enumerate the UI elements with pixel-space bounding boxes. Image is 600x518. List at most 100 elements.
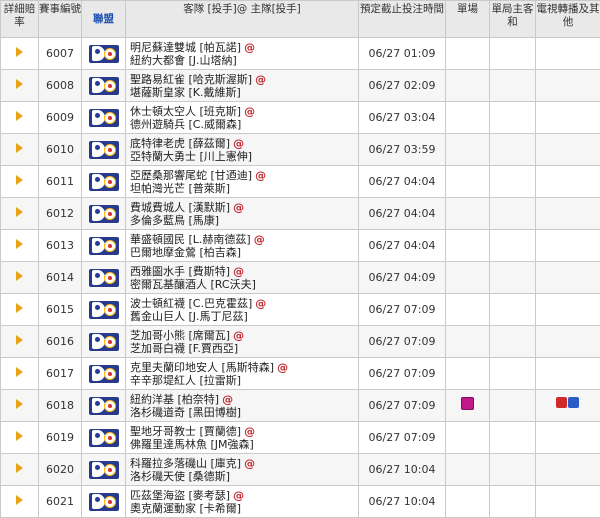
tv-channel-badge[interactable] xyxy=(556,397,567,408)
detail-cell[interactable] xyxy=(1,422,39,454)
away-team: 明尼蘇達雙城 [帕瓦諾] xyxy=(130,41,241,54)
single-cell xyxy=(446,230,490,262)
home-team: 巴爾地摩金鶯 [柏吉森] xyxy=(130,246,241,259)
play-arrow-icon[interactable] xyxy=(16,399,23,409)
single-game-cell xyxy=(490,198,536,230)
play-arrow-icon[interactable] xyxy=(16,143,23,153)
away-team: 聖地牙哥教士 [賈蘭德] xyxy=(130,425,241,438)
away-team: 科羅拉多落磯山 [庫克] xyxy=(130,457,241,470)
header-teams: 客隊 [投手]@ 主隊[投手] xyxy=(126,1,359,38)
tv-channel-badge[interactable] xyxy=(568,397,579,408)
detail-cell[interactable] xyxy=(1,70,39,102)
play-arrow-icon[interactable] xyxy=(16,79,23,89)
league-logo-icon xyxy=(89,301,119,319)
table-row: 6007明尼蘇達雙城 [帕瓦諾]@紐約大都會 [J.山塔納]06/27 01:0… xyxy=(1,38,600,70)
match-number: 6012 xyxy=(39,198,82,230)
detail-cell[interactable] xyxy=(1,294,39,326)
play-arrow-icon[interactable] xyxy=(16,271,23,281)
detail-cell[interactable] xyxy=(1,38,39,70)
match-number: 6017 xyxy=(39,358,82,390)
play-arrow-icon[interactable] xyxy=(16,239,23,249)
home-team: 辛辛那堤紅人 [拉雷斯] xyxy=(130,374,241,387)
deadline-time: 06/27 04:04 xyxy=(359,230,446,262)
play-arrow-icon[interactable] xyxy=(16,207,23,217)
play-arrow-icon[interactable] xyxy=(16,431,23,441)
play-arrow-icon[interactable] xyxy=(16,495,23,505)
table-row: 6018紐約洋基 [柏奈特]@洛杉磯道奇 [黑田博樹]06/27 07:09單新… xyxy=(1,390,600,422)
single-game-cell xyxy=(490,454,536,486)
detail-cell[interactable] xyxy=(1,454,39,486)
table-row: 6011亞歷桑那響尾蛇 [甘迺迪]@坦帕灣光芒 [普萊斯]06/27 04:04 xyxy=(1,166,600,198)
play-arrow-icon[interactable] xyxy=(16,175,23,185)
single-cell xyxy=(446,38,490,70)
league-logo-icon xyxy=(89,461,119,479)
detail-cell[interactable] xyxy=(1,102,39,134)
detail-cell[interactable] xyxy=(1,166,39,198)
teams-cell: 西雅圖水手 [費斯特]@密爾瓦基釀酒人 [RC沃夫] xyxy=(126,262,359,294)
table-row: 6015波士頓紅襪 [C.巴克霍茲]@舊金山巨人 [J.馬丁尼茲]06/27 0… xyxy=(1,294,600,326)
at-symbol: @ xyxy=(244,41,255,54)
detail-cell[interactable] xyxy=(1,390,39,422)
league-cell xyxy=(82,358,126,390)
play-arrow-icon[interactable] xyxy=(16,335,23,345)
tv-cell xyxy=(536,326,600,358)
detail-cell[interactable] xyxy=(1,198,39,230)
play-arrow-icon[interactable] xyxy=(16,47,23,57)
away-team: 亞歷桑那響尾蛇 [甘迺迪] xyxy=(130,169,252,182)
at-symbol: @ xyxy=(254,233,265,246)
teams-cell: 華盛頓國民 [L.赫南德茲]@巴爾地摩金鶯 [柏吉森] xyxy=(126,230,359,262)
play-arrow-icon[interactable] xyxy=(16,303,23,313)
play-arrow-icon[interactable] xyxy=(16,367,23,377)
single-cell xyxy=(446,166,490,198)
detail-cell[interactable] xyxy=(1,262,39,294)
single-badge[interactable] xyxy=(461,397,474,410)
deadline-time: 06/27 07:09 xyxy=(359,294,446,326)
match-number: 6018 xyxy=(39,390,82,422)
away-team: 克里夫蘭印地安人 [馬斯特森] xyxy=(130,361,274,374)
league-cell xyxy=(82,326,126,358)
play-arrow-icon[interactable] xyxy=(16,463,23,473)
detail-cell[interactable] xyxy=(1,358,39,390)
play-arrow-icon[interactable] xyxy=(16,111,23,121)
league-cell xyxy=(82,198,126,230)
single-cell xyxy=(446,454,490,486)
match-number: 6020 xyxy=(39,454,82,486)
tv-cell xyxy=(536,70,600,102)
detail-cell[interactable] xyxy=(1,326,39,358)
teams-cell: 費城費城人 [漢默斯]@多倫多藍鳥 [馬康] xyxy=(126,198,359,230)
at-symbol: @ xyxy=(277,361,288,374)
tv-cell xyxy=(536,38,600,70)
at-symbol: @ xyxy=(233,265,244,278)
home-team: 德州遊騎兵 [C.威爾森] xyxy=(130,118,241,131)
detail-cell[interactable] xyxy=(1,134,39,166)
teams-cell: 明尼蘇達雙城 [帕瓦諾]@紐約大都會 [J.山塔納] xyxy=(126,38,359,70)
teams-cell: 芝加哥小熊 [席爾瓦]@芝加哥白襪 [F.賈西亞] xyxy=(126,326,359,358)
deadline-time: 06/27 03:59 xyxy=(359,134,446,166)
away-team: 聖路易紅雀 [哈克斯渥斯] xyxy=(130,73,252,86)
teams-cell: 聖路易紅雀 [哈克斯渥斯]@堪薩斯皇家 [K.戴維斯] xyxy=(126,70,359,102)
league-cell xyxy=(82,70,126,102)
match-number: 6019 xyxy=(39,422,82,454)
match-number: 6009 xyxy=(39,102,82,134)
league-cell xyxy=(82,38,126,70)
league-logo-icon xyxy=(89,397,119,415)
teams-cell: 底特律老虎 [薛茲爾]@亞特蘭大勇士 [川上憲伸] xyxy=(126,134,359,166)
teams-cell: 聖地牙哥教士 [賈蘭德]@佛羅里達馬林魚 [JM強森] xyxy=(126,422,359,454)
single-game-cell xyxy=(490,390,536,422)
league-logo-icon xyxy=(89,45,119,63)
home-team: 芝加哥白襪 [F.賈西亞] xyxy=(130,342,238,355)
deadline-time: 06/27 07:09 xyxy=(359,390,446,422)
detail-cell[interactable] xyxy=(1,230,39,262)
at-symbol: @ xyxy=(222,393,233,406)
home-team: 佛羅里達馬林魚 [JM強森] xyxy=(130,438,254,451)
single-game-cell xyxy=(490,262,536,294)
tv-cell xyxy=(536,134,600,166)
single-game-cell xyxy=(490,70,536,102)
header-row: 詳細賠率 賽事編號 聯盟 客隊 [投手]@ 主隊[投手] 預定截止投注時間 單場… xyxy=(1,1,600,38)
home-team: 亞特蘭大勇士 [川上憲伸] xyxy=(130,150,252,163)
single-game-cell xyxy=(490,230,536,262)
at-symbol: @ xyxy=(255,169,266,182)
deadline-time: 06/27 01:09 xyxy=(359,38,446,70)
header-league[interactable]: 聯盟 xyxy=(82,1,126,38)
league-cell xyxy=(82,166,126,198)
